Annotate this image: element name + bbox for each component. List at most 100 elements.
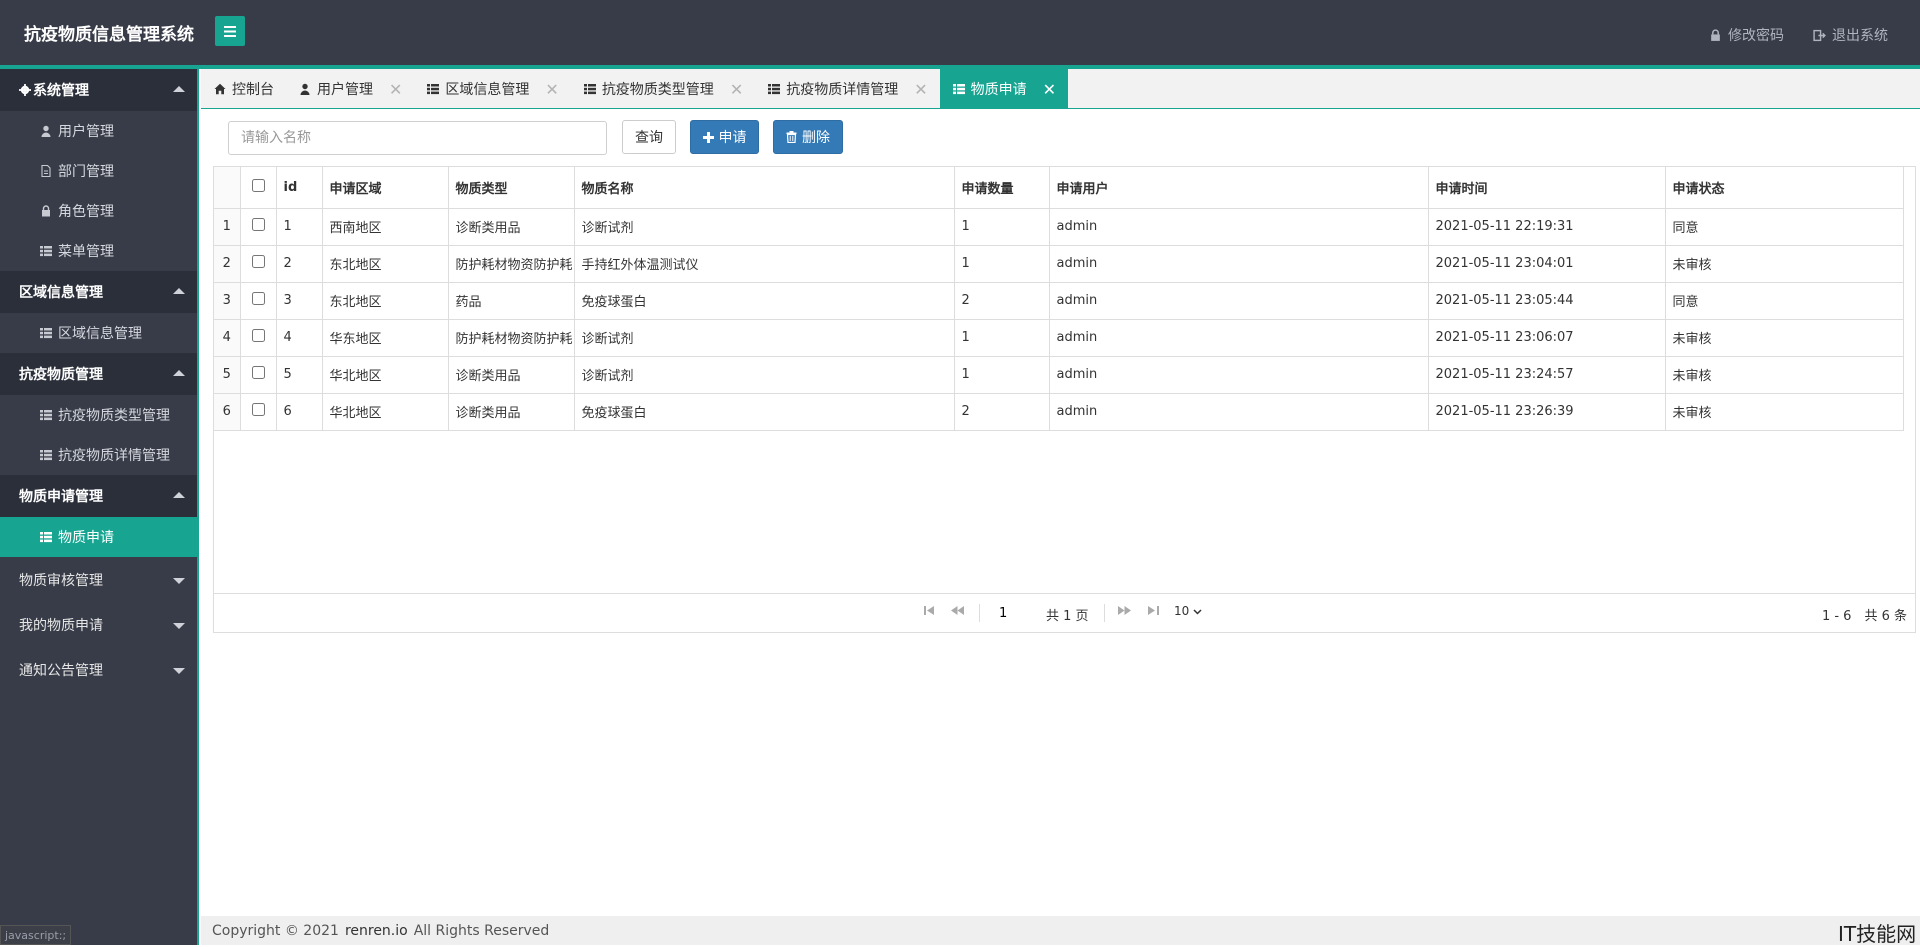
cell-status: 同意 [1665,282,1904,320]
nav-group-system[interactable]: 系统管理 [0,69,197,111]
row-number: 5 [214,356,241,394]
collapse-arrow-icon [173,370,185,376]
close-icon[interactable]: ✕ [1043,80,1056,99]
cell-type: 诊断类用品 [448,208,575,246]
nav-group-label: 我的物质申请 [19,617,103,634]
tab-console[interactable]: 控制台 [201,69,286,109]
cell-id: 5 [276,356,323,394]
close-icon[interactable]: ✕ [389,80,402,99]
delete-button-label: 删除 [802,130,830,146]
column-header[interactable]: 申请状态 [1665,167,1904,209]
cell-user: admin [1049,208,1429,246]
row-checkbox[interactable] [251,292,265,305]
cell-qty: 1 [954,245,1050,283]
list-icon [583,84,596,95]
table-header-row: id 申请区域 物质类型 物质名称 申请数量 申请用户 申请时间 申请状态 [214,167,1904,209]
query-button[interactable]: 查询 [622,120,676,154]
first-page-icon[interactable] [924,605,935,620]
logout-link[interactable]: 退出系统 [1813,25,1888,45]
sidebar-item-label: 抗疫物质详情管理 [58,448,170,464]
column-header[interactable]: 申请数量 [954,167,1050,209]
list-icon [40,450,52,461]
apply-button-label: 申请 [718,130,747,146]
pager: 共 1 页 10 1 - 6 共 6 条 [214,593,1915,633]
sidebar-item-menu[interactable]: 菜单管理 [0,231,197,271]
list-icon [768,84,781,95]
column-header[interactable]: 申请用户 [1049,167,1429,209]
close-icon[interactable]: ✕ [545,80,558,99]
cell-id: 4 [276,319,323,357]
sidebar-item-material-type[interactable]: 抗疫物质类型管理 [0,395,197,435]
list-icon [952,84,965,95]
cell-qty: 2 [954,282,1050,320]
nav-group-label: 物质申请管理 [19,489,103,505]
row-number: 1 [214,208,241,246]
tab-label: 用户管理 [317,82,373,98]
select-all-checkbox[interactable] [251,178,265,192]
table-row[interactable]: 6 6 华北地区 诊断类用品 免疫球蛋白 2 admin 2021-05-11 … [214,393,1904,431]
cell-status: 未审核 [1665,356,1904,394]
page-number-input[interactable] [994,602,1042,624]
sidebar-item-material-application[interactable]: 物质申请 [0,517,197,557]
row-checkbox[interactable] [251,329,265,342]
close-icon[interactable]: ✕ [914,80,927,99]
trash-icon [786,131,797,143]
cell-time: 2021-05-11 23:05:44 [1428,282,1666,320]
list-icon [40,246,52,257]
tab-material-detail[interactable]: 抗疫物质详情管理 ✕ [755,69,939,109]
cell-type: 药品 [448,282,575,320]
nav-group-material[interactable]: 抗疫物质管理 [0,353,197,395]
delete-button[interactable]: 删除 [773,120,843,154]
change-password-link[interactable]: 修改密码 [1709,25,1784,45]
site-link[interactable]: renren.io [345,923,408,939]
nav-group-my-application[interactable]: 我的物质申请 [0,602,197,647]
lock-icon [1711,28,1720,41]
column-header[interactable]: 物质类型 [448,167,575,209]
select-all-cell [240,167,277,209]
prev-page-icon[interactable] [951,605,964,620]
cell-id: 3 [276,282,323,320]
menu-toggle-button[interactable] [215,16,245,46]
row-checkbox[interactable] [251,255,265,268]
last-page-icon[interactable] [1148,605,1159,620]
table-row[interactable]: 2 2 东北地区 防护耗材物资防护耗 手持红外体温测试仪 1 admin 202… [214,245,1904,283]
tab-region[interactable]: 区域信息管理 ✕ [414,69,570,109]
sidebar-item-user[interactable]: 用户管理 [0,111,197,151]
nav-group-region[interactable]: 区域信息管理 [0,271,197,313]
sidebar-item-role[interactable]: 角色管理 [0,191,197,231]
table-row[interactable]: 3 3 东北地区 药品 免疫球蛋白 2 admin 2021-05-11 23:… [214,282,1904,320]
sidebar-item-region[interactable]: 区域信息管理 [0,313,197,353]
tab-user[interactable]: 用户管理 ✕ [286,69,414,109]
row-checkbox[interactable] [251,366,265,379]
next-page-icon[interactable] [1118,605,1131,620]
column-header[interactable]: 申请时间 [1428,167,1666,209]
column-header[interactable]: 申请区域 [322,167,449,209]
list-icon [40,328,52,339]
cell-name: 诊断试剂 [574,356,955,394]
tab-material-type[interactable]: 抗疫物质类型管理 ✕ [571,69,755,109]
row-number: 2 [214,245,241,283]
search-input[interactable] [228,121,607,155]
apply-button[interactable]: 申请 [690,120,759,154]
row-checkbox[interactable] [251,403,265,416]
column-header[interactable]: id [276,167,323,209]
sidebar-item-department[interactable]: 部门管理 [0,151,197,191]
close-icon[interactable]: ✕ [730,80,743,99]
table-row[interactable]: 1 1 西南地区 诊断类用品 诊断试剂 1 admin 2021-05-11 2… [214,208,1904,246]
application-table: id 申请区域 物质类型 物质名称 申请数量 申请用户 申请时间 申请状态 1 … [214,167,1904,431]
table-row[interactable]: 4 4 华东地区 防护耗材物资防护耗 诊断试剂 1 admin 2021-05-… [214,319,1904,357]
cell-name: 免疫球蛋白 [574,282,955,320]
table-row[interactable]: 5 5 华北地区 诊断类用品 诊断试剂 1 admin 2021-05-11 2… [214,356,1904,394]
nav-group-notice[interactable]: 通知公告管理 [0,647,197,692]
nav-group-application[interactable]: 物质申请管理 [0,475,197,517]
sidebar-item-material-detail[interactable]: 抗疫物质详情管理 [0,435,197,475]
cell-time: 2021-05-11 23:04:01 [1428,245,1666,283]
nav-group-review[interactable]: 物质审核管理 [0,557,197,602]
list-icon [427,84,440,95]
column-header[interactable]: 物质名称 [574,167,955,209]
gear-icon [19,84,31,96]
row-checkbox[interactable] [251,218,265,231]
page-size-select[interactable]: 10 [1174,604,1202,618]
tab-material-application[interactable]: 物质申请 ✕ [939,69,1069,109]
sidebar-item-label: 部门管理 [58,164,114,180]
